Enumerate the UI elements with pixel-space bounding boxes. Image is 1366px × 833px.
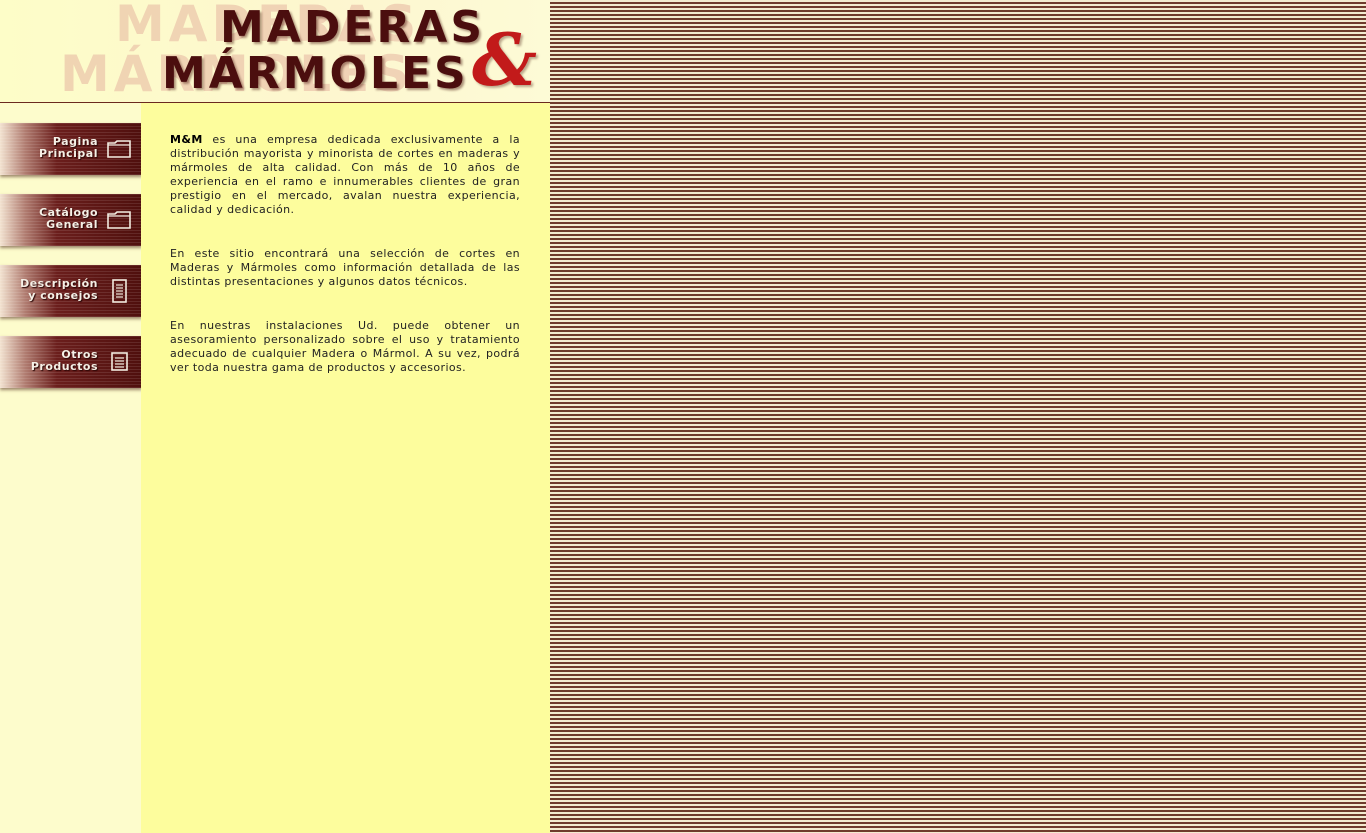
nav-descripcion-consejos-label: Descripción y consejos: [20, 277, 98, 302]
nav-otros-productos[interactable]: Otros Productos: [0, 336, 142, 388]
company-abbrev: M&M: [170, 133, 203, 146]
site-container: MADERAS MÁRMOLES MADERAS MÁRMOLES & Pagi…: [0, 0, 550, 833]
main-content: M&M es una empresa dedicada exclusivamen…: [141, 103, 550, 833]
intro-text: es una empresa dedicada exclusivamente a…: [170, 133, 520, 216]
nav-catalogo-general-label: Catálogo General: [39, 206, 98, 231]
striped-background: [550, 0, 1366, 833]
nav-pagina-principal-label: Pagina Principal: [39, 135, 98, 160]
logo-ampersand: &: [472, 17, 538, 102]
logo-maderas: MADERAS: [220, 2, 486, 53]
nav-otros-productos-label: Otros Productos: [30, 348, 98, 373]
folder-icon: [107, 211, 131, 229]
nav-catalogo-general[interactable]: Catálogo General: [0, 194, 142, 246]
nav-descripcion-consejos[interactable]: Descripción y consejos: [0, 265, 142, 317]
list-icon: [111, 352, 128, 371]
logo-marmoles: MÁRMOLES: [162, 48, 469, 99]
site-paragraph: En este sitio encontrará una selección d…: [170, 247, 520, 288]
nav-pagina-principal[interactable]: Pagina Principal: [0, 123, 142, 175]
facilities-paragraph: En nuestras instalaciones Ud. puede obte…: [170, 319, 520, 374]
sidebar-nav: Pagina Principal Catálogo General Descri…: [0, 103, 142, 833]
intro-paragraph: M&M es una empresa dedicada exclusivamen…: [170, 133, 520, 217]
document-icon: [112, 279, 127, 303]
folder-icon: [107, 140, 131, 158]
header-banner: MADERAS MÁRMOLES MADERAS MÁRMOLES &: [0, 0, 550, 103]
